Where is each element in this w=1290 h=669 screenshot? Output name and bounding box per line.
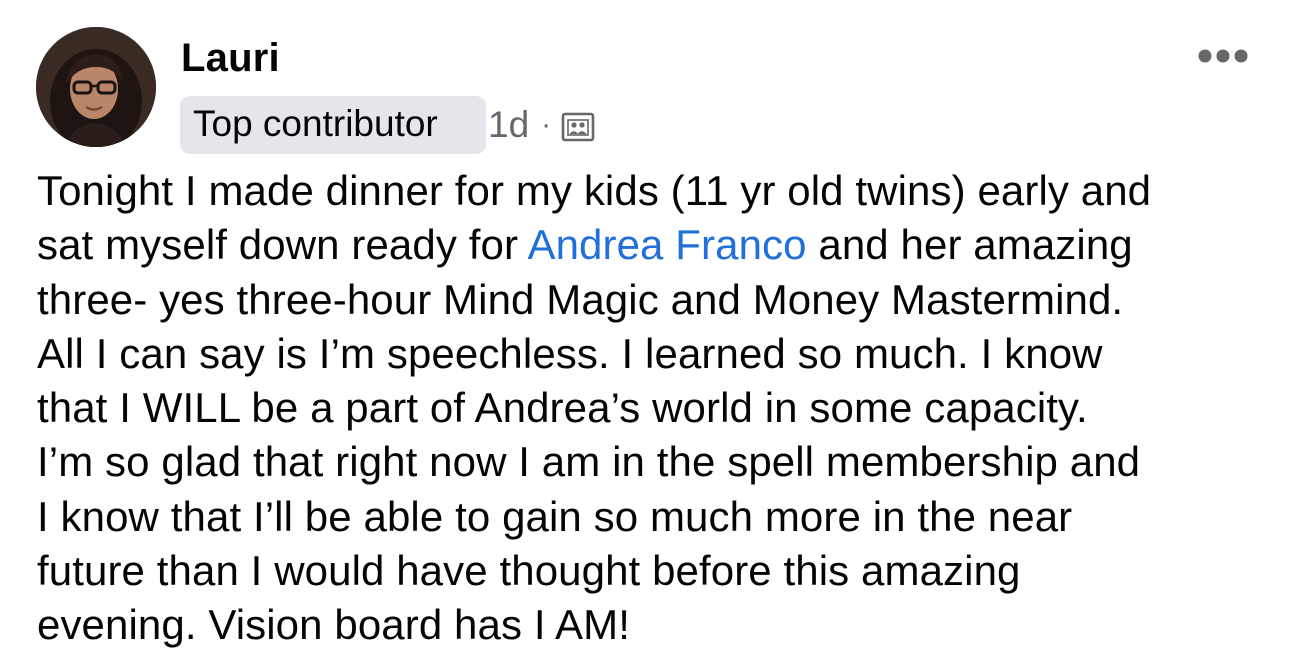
post-meta: 1d · — [488, 96, 595, 154]
post-text-segment: sat myself down ready for — [37, 221, 528, 269]
group-members-icon — [561, 112, 595, 142]
post-card: Lauri Top contributor 1d · Tonight I mad… — [0, 0, 1290, 669]
post-text-line: evening. Vision board has I AM! — [37, 601, 631, 649]
post-text-line: future than I would have thought before … — [37, 547, 1021, 595]
top-contributor-badge[interactable]: Top contributor — [180, 96, 486, 154]
meta-separator: · — [541, 108, 552, 141]
post-text-line: I know that I’ll be able to gain so much… — [37, 492, 1073, 540]
post-text-line: I’m so glad that right now I am in the s… — [37, 438, 1141, 486]
more-options-icon — [1198, 49, 1248, 63]
post-text-line: three- yes three-hour Mind Magic and Mon… — [37, 275, 1124, 323]
post-text-segment: and her amazing — [806, 221, 1133, 269]
author-name[interactable]: Lauri — [181, 32, 280, 84]
post-text: Tonight I made dinner for my kids (11 yr… — [37, 164, 1273, 653]
more-options-button[interactable] — [1192, 36, 1256, 76]
mention-link-andrea-franco[interactable]: Andrea Franco — [527, 221, 806, 268]
post-text-line: Tonight I made dinner for my kids (11 yr… — [37, 167, 1152, 214]
post-text-line: All I can say is I’m speechless. I learn… — [37, 329, 1103, 377]
post-text-line: sat myself down ready for Andrea Franco … — [37, 218, 1273, 272]
author-avatar[interactable] — [36, 27, 156, 147]
post-text-line: that I WILL be a part of Andrea’s world … — [37, 384, 1088, 432]
post-timestamp[interactable]: 1d — [488, 104, 529, 146]
profile-photo-icon — [36, 27, 156, 147]
